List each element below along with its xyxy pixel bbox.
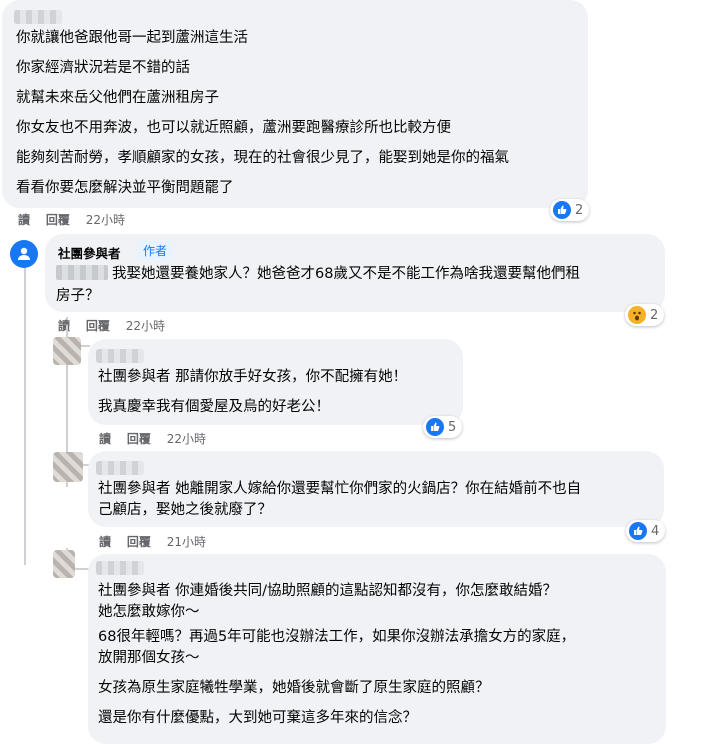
timestamp[interactable]: 22小時 [167, 432, 206, 446]
comment-text-line: 就幫未來岳父他們在蘆洲租房子 [16, 90, 219, 106]
commenter-avatar-blurred[interactable] [53, 550, 75, 578]
timestamp[interactable]: 21小時 [167, 535, 206, 549]
comment-actions: 讀 回覆 22小時 [18, 211, 137, 228]
commenter-avatar-blurred[interactable] [53, 452, 83, 482]
reply-bubble: 社團參與者 她離開家人嫁給你還要幫忙你們家的火鍋店？你在結婚前不也自 己顧店，娶… [88, 451, 664, 527]
read-button[interactable]: 讀 [99, 535, 111, 549]
reaction-summary[interactable]: 5 [423, 416, 463, 438]
comment-text-line: 能夠刻苦耐勞，孝順顧家的女孩，現在的社會很少見了，能娶到她是你的福氣 [16, 150, 509, 166]
reply-text-line: 己顧店，娶她之後就廢了？ [98, 502, 272, 518]
like-icon [553, 201, 571, 219]
reply-text-line: 社團參與者 那請你放手好女孩，你不配擁有她！ [98, 369, 408, 385]
reply-text-line: 社團參與者 你連婚後共同/協助照顧的這點認知都沒有，你怎麼敢結婚？ [98, 583, 557, 599]
reaction-count: 2 [575, 202, 584, 218]
reaction-count: 2 [650, 307, 659, 323]
reply-button[interactable]: 回覆 [46, 213, 70, 227]
reply-text-line: 還是你有什麼優點，大到她可棄這多年來的信念？ [98, 710, 417, 726]
reply-actions: 讀 回覆 22小時 [99, 430, 218, 447]
comment-text-line: 你就讓他爸跟他哥一起到蘆洲這生活 [16, 30, 248, 46]
reply-text-line: 68很年輕嗎？再過5年可能也沒辦法工作，如果你沒辦法承擔女方的家庭， [98, 629, 576, 645]
timestamp[interactable]: 22小時 [86, 213, 125, 227]
reaction-count: 5 [448, 419, 457, 435]
comment-text-line: 你家經濟狀況若是不錯的話 [16, 60, 190, 76]
reply-text-line: 她怎麼敢嫁你～ [98, 604, 200, 620]
comment-text-line: 你女友也不用奔波，也可以就近照顧，蘆洲要跑醫療診所也比較方便 [16, 120, 451, 136]
reply-bubble: 社團參與者 那請你放手好女孩，你不配擁有她！ 我真慶幸我有個愛屋及烏的好老公！ [88, 339, 463, 425]
mention-blurred[interactable] [56, 265, 108, 280]
group-participant-avatar[interactable] [10, 240, 38, 268]
read-button[interactable]: 讀 [18, 213, 30, 227]
like-icon [426, 418, 444, 436]
reply-text-line: 我真慶幸我有個愛屋及烏的好老公！ [98, 399, 330, 415]
read-button[interactable]: 讀 [99, 432, 111, 446]
commenter-name-blurred[interactable] [96, 461, 144, 475]
author-badge: 作者 [137, 241, 174, 260]
like-icon [629, 522, 647, 540]
reaction-count: 4 [651, 523, 660, 539]
comment-text-line: 看看你要怎麼解決並平衡問題罷了 [16, 180, 234, 196]
reply-text-line: 放開那個女孩～ [98, 650, 200, 666]
reply-author-name[interactable]: 社團參與者 [58, 243, 121, 262]
thread-line [24, 265, 26, 565]
reply-text-line: 我娶她還要養她家人？她爸爸才68歲又不是不能工作為啥我還要幫他們租 [56, 264, 580, 284]
reply-button[interactable]: 回覆 [127, 535, 151, 549]
commenter-name-blurred[interactable] [14, 10, 62, 24]
wow-icon [628, 306, 646, 324]
reaction-summary[interactable]: 4 [626, 520, 666, 542]
reply-bubble: 社團參與者 你連婚後共同/協助照顧的這點認知都沒有，你怎麼敢結婚？ 她怎麼敢嫁你… [88, 554, 666, 744]
commenter-name-blurred[interactable] [96, 349, 144, 363]
reply-bubble: 社團參與者 作者 我娶她還要養她家人？她爸爸才68歲又不是不能工作為啥我還要幫他… [45, 234, 665, 312]
reply-text-line: 社團參與者 她離開家人嫁給你還要幫忙你們家的火鍋店？你在結婚前不也自 [98, 481, 582, 497]
reply-actions: 讀 回覆 21小時 [99, 533, 218, 550]
timestamp[interactable]: 22小時 [126, 319, 165, 333]
group-icon [18, 247, 30, 260]
reply-button[interactable]: 回覆 [127, 432, 151, 446]
reply-text-line: 女孩為原生家庭犧牲學業，她婚後就會斷了原生家庭的照顧？ [98, 680, 490, 696]
comment-bubble: 你就讓他爸跟他哥一起到蘆洲這生活 你家經濟狀況若是不錯的話 就幫未來岳父他們在蘆… [2, 0, 588, 208]
reply-text-line: 房子？ [56, 288, 100, 304]
commenter-name-blurred[interactable] [96, 561, 144, 575]
reaction-summary[interactable]: 2 [625, 304, 665, 326]
commenter-avatar-blurred[interactable] [53, 337, 81, 365]
reaction-summary[interactable]: 2 [550, 199, 590, 221]
